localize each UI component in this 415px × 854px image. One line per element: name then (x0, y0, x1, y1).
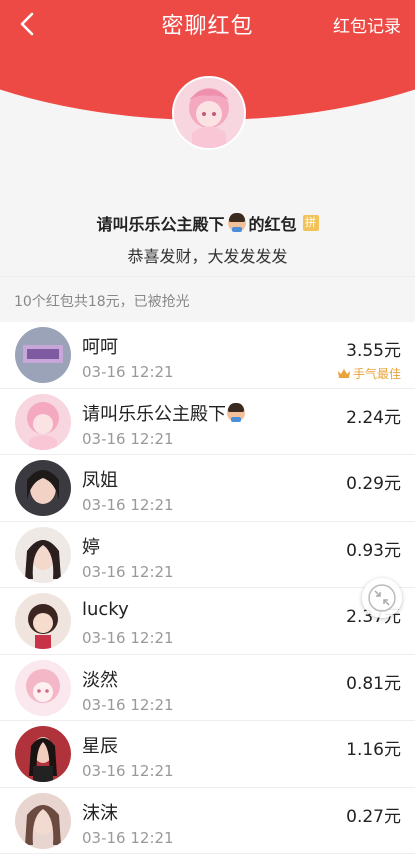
amount: 1.16元 (346, 735, 401, 760)
blessing-text: 恭喜发财，大发发发发 (0, 243, 415, 267)
grab-time: 03-16 12:21 (82, 496, 174, 514)
grab-time: 03-16 12:21 (82, 696, 174, 714)
pin-badge: 拼 (303, 215, 319, 231)
recipient-name: lucky (82, 599, 129, 620)
recipient-name: 星辰 (82, 732, 118, 758)
grab-time: 03-16 12:21 (82, 430, 174, 448)
avatar (15, 726, 71, 782)
amount: 0.81元 (346, 669, 401, 694)
avatar (15, 593, 71, 649)
best-luck-label: 手气最佳 (353, 365, 401, 382)
amount: 3.55元 (346, 336, 401, 361)
recipient-name: 沫沫 (82, 799, 118, 825)
collapse-arrows-icon (362, 578, 402, 618)
list-item[interactable]: 淡然 03-16 12:21 0.81元 (0, 655, 415, 722)
amount: 0.93元 (346, 536, 401, 561)
grab-time: 03-16 12:21 (82, 629, 174, 647)
list-item[interactable]: 请叫乐乐公主殿下 03-16 12:21 2.24元 (0, 389, 415, 456)
grab-time: 03-16 12:21 (82, 563, 174, 581)
recipient-name: 请叫乐乐公主殿下 (82, 400, 246, 426)
avatar (15, 660, 71, 716)
amount: 0.29元 (346, 469, 401, 494)
list-item[interactable]: 婷 03-16 12:21 0.93元 (0, 522, 415, 589)
avatar (15, 327, 71, 383)
list-item[interactable]: 凤姐 03-16 12:21 0.29元 (0, 455, 415, 522)
avatar (15, 460, 71, 516)
summary-text: 10个红包共18元，已被抢光 (14, 291, 190, 311)
avatar (15, 394, 71, 450)
crown-icon (338, 369, 350, 378)
amount: 2.24元 (346, 403, 401, 428)
list-item[interactable]: lucky 03-16 12:21 2.37元 (0, 588, 415, 655)
avatar (15, 527, 71, 583)
amount: 0.27元 (346, 802, 401, 827)
grab-time: 03-16 12:21 (82, 762, 174, 780)
list-item[interactable]: 呵呵 03-16 12:21 3.55元 手气最佳 (0, 322, 415, 389)
princess-emoji-icon (228, 214, 246, 232)
floating-collapse-button[interactable] (362, 578, 402, 618)
grab-time: 03-16 12:21 (82, 363, 174, 381)
recipient-list: 呵呵 03-16 12:21 3.55元 手气最佳 请叫乐乐公主殿下 03-16… (0, 322, 415, 854)
list-item[interactable]: 星辰 03-16 12:21 1.16元 (0, 721, 415, 788)
sender-avatar[interactable] (172, 76, 246, 150)
list-item[interactable]: 沫沫 03-16 12:21 0.27元 (0, 788, 415, 854)
sender-line: 请叫乐乐公主殿下 的红包 拼 (0, 211, 415, 235)
sender-suffix: 的红包 (249, 211, 297, 235)
recipient-name: 凤姐 (82, 466, 118, 492)
princess-emoji-icon (227, 404, 245, 422)
recipient-name: 呵呵 (82, 333, 118, 359)
grab-time: 03-16 12:21 (82, 829, 174, 847)
sender-name: 请叫乐乐公主殿下 (96, 211, 224, 235)
avatar (15, 793, 71, 849)
summary-bar: 10个红包共18元，已被抢光 (0, 276, 415, 323)
best-luck-badge: 手气最佳 (338, 365, 401, 382)
recipient-name: 婷 (82, 533, 100, 559)
recipient-name: 淡然 (82, 666, 118, 692)
red-packet-record-button[interactable]: 红包记录 (333, 12, 401, 37)
